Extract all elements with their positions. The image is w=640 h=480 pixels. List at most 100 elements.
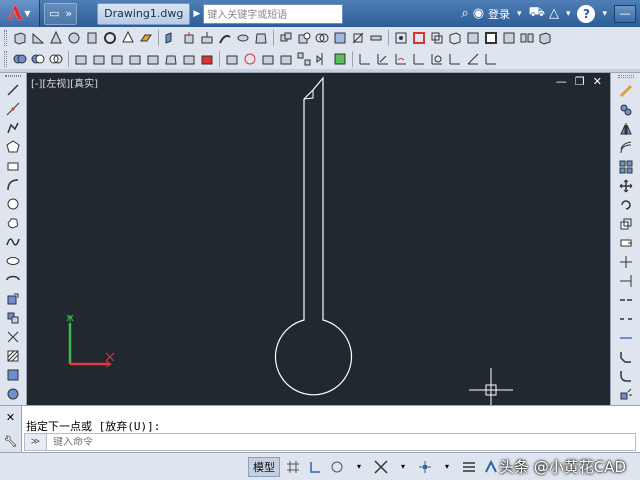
stretch-icon[interactable] [618,235,634,251]
rotate-icon[interactable] [618,197,634,213]
more-icon[interactable]: » [65,7,72,20]
array-icon[interactable] [618,159,634,175]
cylinder-icon[interactable] [84,30,100,46]
offset-icon[interactable] [618,140,634,156]
imprint-icon[interactable] [393,30,409,46]
copy-edges-icon[interactable] [429,30,445,46]
grid-icon[interactable] [284,458,302,476]
search-input[interactable]: 键入关键字或短语 [203,3,344,24]
loft-icon[interactable] [253,30,269,46]
press-pull-icon[interactable] [199,30,215,46]
copy-icon[interactable] [618,102,634,118]
command-input-box[interactable]: ≫ [24,433,636,451]
polygon-icon[interactable] [5,139,21,155]
planar-surface-icon[interactable] [138,30,154,46]
extract-edges-icon[interactable] [447,30,463,46]
cart-icon[interactable]: ⛟ [529,5,545,22]
color-faces-icon[interactable] [199,51,215,67]
make-block-icon[interactable] [5,310,21,326]
toolbar-grip[interactable] [5,75,21,77]
3d-scale-icon[interactable] [260,51,276,67]
arrow-right-icon[interactable]: ▶ [193,9,200,19]
copy-faces-icon[interactable] [181,51,197,67]
break-icon[interactable] [618,311,634,327]
point-icon[interactable] [5,329,21,345]
erase-icon[interactable] [618,83,634,99]
dimension-ordinate-icon[interactable] [411,51,427,67]
3d-osnap-icon[interactable] [416,458,434,476]
explode-icon[interactable] [618,387,634,403]
extrude-icon[interactable] [181,30,197,46]
chevron-down-icon[interactable]: ▾ [350,458,368,476]
polyline-icon[interactable] [5,120,21,136]
spline-icon[interactable] [5,234,21,250]
quick-access-toolbar[interactable]: ▭ » [44,2,78,25]
intersect-icon[interactable] [314,30,330,46]
check-icon[interactable] [501,30,517,46]
toolbar-grip[interactable] [617,75,634,78]
snap-mode-icon[interactable] [306,458,324,476]
osnap-icon[interactable] [372,458,390,476]
union-icon[interactable] [278,30,294,46]
delete-faces-icon[interactable] [127,51,143,67]
region-icon[interactable] [5,386,21,402]
chevron-down-icon[interactable]: ▾ [394,458,412,476]
pyramid-icon[interactable] [120,30,136,46]
trim-icon[interactable] [618,254,634,270]
dimension-diameter-icon[interactable] [447,51,463,67]
minimize-button[interactable]: — [614,4,636,23]
rectangle-icon[interactable] [5,158,21,174]
chevron-down-icon[interactable]: ▾ [566,9,571,19]
construction-line-icon[interactable] [5,101,21,117]
help-button[interactable]: ? [577,4,596,23]
extrude-faces-icon[interactable] [73,51,89,67]
chevron-down-icon[interactable]: ▾ [517,9,522,19]
offset-edges-icon[interactable] [465,30,481,46]
offset-faces-icon[interactable] [109,51,125,67]
hatch-icon[interactable] [5,348,21,364]
taper-faces-icon[interactable] [163,51,179,67]
mirror-icon[interactable] [618,121,634,137]
subtract-icon[interactable] [296,30,312,46]
extend-icon[interactable] [618,273,634,289]
move-icon[interactable] [618,178,634,194]
3d-rotate-icon[interactable] [242,51,258,67]
green-cube-icon[interactable] [332,51,348,67]
dimension-aligned-icon[interactable] [375,51,391,67]
application-menu-button[interactable]: A ▼ [0,0,40,27]
sweep-icon[interactable] [217,30,233,46]
clean-icon[interactable] [537,30,553,46]
annotation-scale-icon[interactable] [482,458,500,476]
line-icon[interactable] [5,82,21,98]
binoculars-icon[interactable]: ⌕ [461,6,468,21]
fillet-icon[interactable] [618,368,634,384]
polar-icon[interactable] [328,458,346,476]
ellipse-arc-icon[interactable] [5,272,21,288]
shell-icon[interactable] [483,30,499,46]
new-file-icon[interactable]: ▭ [49,7,59,20]
arc-icon[interactable] [5,177,21,193]
revolve-icon[interactable] [235,30,251,46]
slice-icon[interactable] [350,30,366,46]
union-icon[interactable] [12,51,28,67]
wedge-icon[interactable] [30,30,46,46]
dimension-radius-icon[interactable] [429,51,445,67]
circle-icon[interactable] [5,196,21,212]
command-input[interactable] [47,436,447,448]
close-icon[interactable]: ✕ [6,411,15,424]
dimension-arc-icon[interactable] [393,51,409,67]
document-title[interactable]: Drawing1.dwg [97,2,191,25]
3d-align-icon[interactable] [278,51,294,67]
color-edges-icon[interactable] [411,30,427,46]
sphere-icon[interactable] [66,30,82,46]
polysolid-icon[interactable] [163,30,179,46]
cone-icon[interactable] [48,30,64,46]
quick-dimension-icon[interactable] [483,51,499,67]
chevron-down-icon[interactable]: ▾ [602,9,607,19]
subtract-icon[interactable] [30,51,46,67]
toolbar-grip[interactable] [4,29,7,46]
3d-array-icon[interactable] [296,51,312,67]
gradient-icon[interactable] [5,367,21,383]
dimension-linear-icon[interactable] [357,51,373,67]
revision-cloud-icon[interactable] [5,215,21,231]
